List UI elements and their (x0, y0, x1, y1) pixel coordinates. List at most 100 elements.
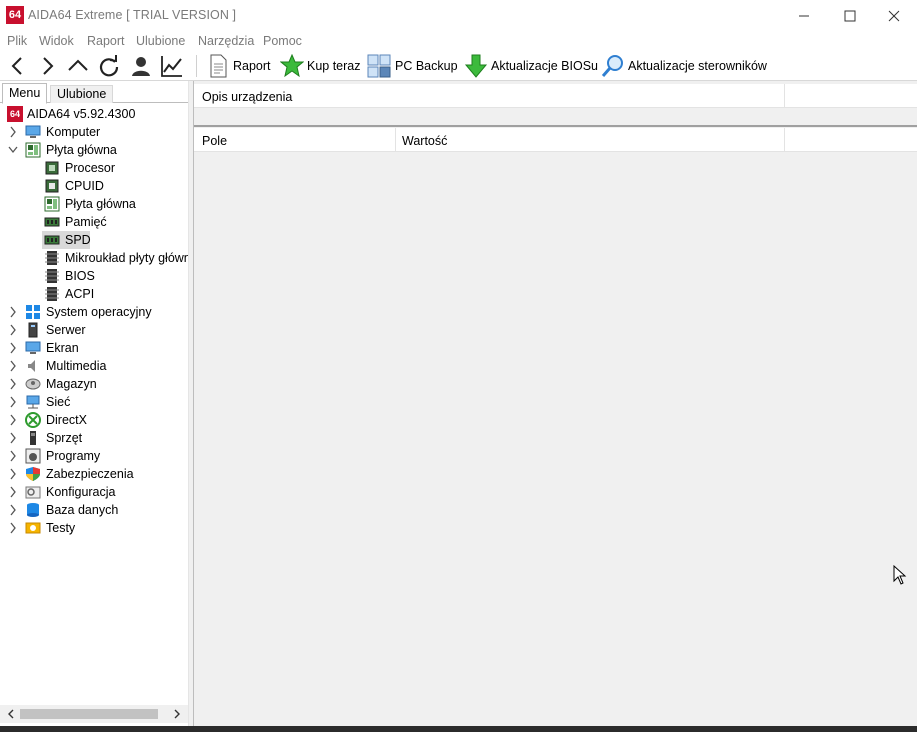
chevron-right-icon[interactable] (8, 486, 18, 498)
chevron-right-icon[interactable] (8, 468, 18, 480)
scroll-right-icon[interactable] (171, 708, 183, 720)
tree-item[interactable]: Płyta główna (0, 141, 188, 159)
menu-widok[interactable]: Widok (39, 34, 74, 48)
tree-item[interactable]: Magazyn (0, 375, 188, 393)
motherboard-icon (25, 142, 41, 158)
driver-update-button[interactable]: Aktualizacje sterowników (601, 53, 771, 79)
tree-item-label: Testy (46, 521, 76, 535)
chevron-right-icon[interactable] (8, 432, 18, 444)
menu-narzedzia[interactable]: Narzędzia (198, 34, 254, 48)
tree-item[interactable]: System operacyjny (0, 303, 188, 321)
buy-now-icon (280, 54, 304, 78)
mouse-cursor-icon (893, 565, 907, 585)
cpuid-icon (44, 178, 60, 194)
tree-item[interactable]: Programy (0, 447, 188, 465)
user-icon[interactable] (129, 54, 153, 78)
devices-icon (25, 430, 41, 446)
tree-item[interactable]: Baza danych (0, 501, 188, 519)
up-icon[interactable] (66, 54, 90, 78)
tab-menu[interactable]: Menu (2, 83, 48, 104)
tree-item[interactable]: Komputer (0, 123, 188, 141)
bios-update-icon (464, 54, 488, 78)
tree-item[interactable]: Sieć (0, 393, 188, 411)
chevron-right-icon[interactable] (8, 504, 18, 516)
acpi-icon (44, 286, 60, 302)
tree-item[interactable]: SPD (0, 231, 188, 249)
tree-item[interactable]: Pamięć (0, 213, 188, 231)
tree-item[interactable]: Konfiguracja (0, 483, 188, 501)
tree-root[interactable]: 64 AIDA64 v5.92.4300 (0, 105, 188, 123)
report-label: Raport (233, 59, 271, 73)
tree-item[interactable]: Testy (0, 519, 188, 537)
description-body (194, 109, 917, 125)
chevron-right-icon[interactable] (8, 378, 18, 390)
tree-root-label: AIDA64 v5.92.4300 (27, 107, 136, 121)
tree-item[interactable]: Sprzęt (0, 429, 188, 447)
chevron-right-icon[interactable] (8, 360, 18, 372)
tree-item[interactable]: Multimedia (0, 357, 188, 375)
chevron-right-icon[interactable] (8, 306, 18, 318)
chipset-icon (44, 250, 60, 266)
driver-update-icon (601, 55, 623, 77)
menu-ulubione[interactable]: Ulubione (136, 34, 185, 48)
scrollbar-thumb[interactable] (20, 709, 158, 719)
column-divider[interactable] (784, 84, 785, 108)
tree-item-label: Pamięć (65, 215, 107, 229)
buy-now-button[interactable]: Kup teraz (280, 53, 361, 79)
tree-item[interactable]: Serwer (0, 321, 188, 339)
horizontal-scrollbar[interactable] (0, 705, 188, 723)
chevron-right-icon[interactable] (8, 342, 18, 354)
refresh-icon[interactable] (97, 54, 121, 78)
tree-item[interactable]: DirectX (0, 411, 188, 429)
minimize-button[interactable] (781, 0, 827, 31)
database-icon (25, 502, 41, 518)
tab-ulubione[interactable]: Ulubione (50, 85, 114, 103)
chevron-down-icon[interactable] (8, 144, 18, 156)
chevron-right-icon[interactable] (8, 396, 18, 408)
chevron-right-icon[interactable] (8, 126, 18, 138)
config-icon (25, 484, 41, 500)
column-header-pole[interactable]: Pole (202, 134, 227, 148)
tree-item[interactable]: Mikroukład płyty główn (0, 249, 191, 267)
tree-item[interactable]: Płyta główna (0, 195, 188, 213)
spd-icon (44, 232, 60, 248)
report-button[interactable]: Raport (206, 53, 272, 79)
tree-item[interactable]: BIOS (0, 267, 188, 285)
tree-item-label: Programy (46, 449, 101, 463)
tree-item[interactable]: Ekran (0, 339, 188, 357)
back-icon[interactable] (6, 54, 30, 78)
chevron-right-icon[interactable] (8, 324, 18, 336)
pc-backup-label: PC Backup (395, 59, 458, 73)
pc-backup-button[interactable]: PC Backup (367, 53, 458, 79)
menu-pomoc[interactable]: Pomoc (263, 34, 302, 48)
description-header-label: Opis urządzenia (202, 90, 293, 104)
scroll-left-icon[interactable] (5, 708, 17, 720)
table-separator[interactable] (194, 125, 917, 127)
network-icon (25, 394, 41, 410)
speaker-icon (25, 358, 41, 374)
tree-item[interactable]: Zabezpieczenia (0, 465, 188, 483)
column-divider[interactable] (784, 128, 785, 152)
chevron-right-icon[interactable] (8, 450, 18, 462)
toolbar: Raport Kup teraz PC Backup Aktualizacje … (0, 51, 917, 81)
chart-icon[interactable] (160, 54, 184, 78)
chevron-right-icon[interactable] (8, 414, 18, 426)
maximize-button[interactable] (827, 0, 873, 31)
forward-icon[interactable] (35, 54, 59, 78)
tree-item[interactable]: CPUID (0, 177, 188, 195)
storage-icon (25, 376, 41, 392)
chevron-right-icon[interactable] (8, 522, 18, 534)
menu-plik[interactable]: Plik (7, 34, 27, 48)
tree-item[interactable]: ACPI (0, 285, 188, 303)
column-divider[interactable] (395, 128, 396, 152)
bios-update-button[interactable]: Aktualizacje BIOSu (464, 53, 598, 79)
close-icon (888, 10, 900, 22)
title-bar: 64 AIDA64 Extreme [ TRIAL VERSION ] (0, 0, 917, 31)
driver-update-label: Aktualizacje sterowników (628, 59, 767, 73)
window-title: AIDA64 Extreme [ TRIAL VERSION ] (28, 8, 237, 22)
tree-item[interactable]: Procesor (0, 159, 188, 177)
tree-item-label: Sieć (46, 395, 71, 409)
close-button[interactable] (871, 0, 917, 31)
column-header-wartosc[interactable]: Wartość (402, 134, 447, 148)
menu-raport[interactable]: Raport (87, 34, 125, 48)
